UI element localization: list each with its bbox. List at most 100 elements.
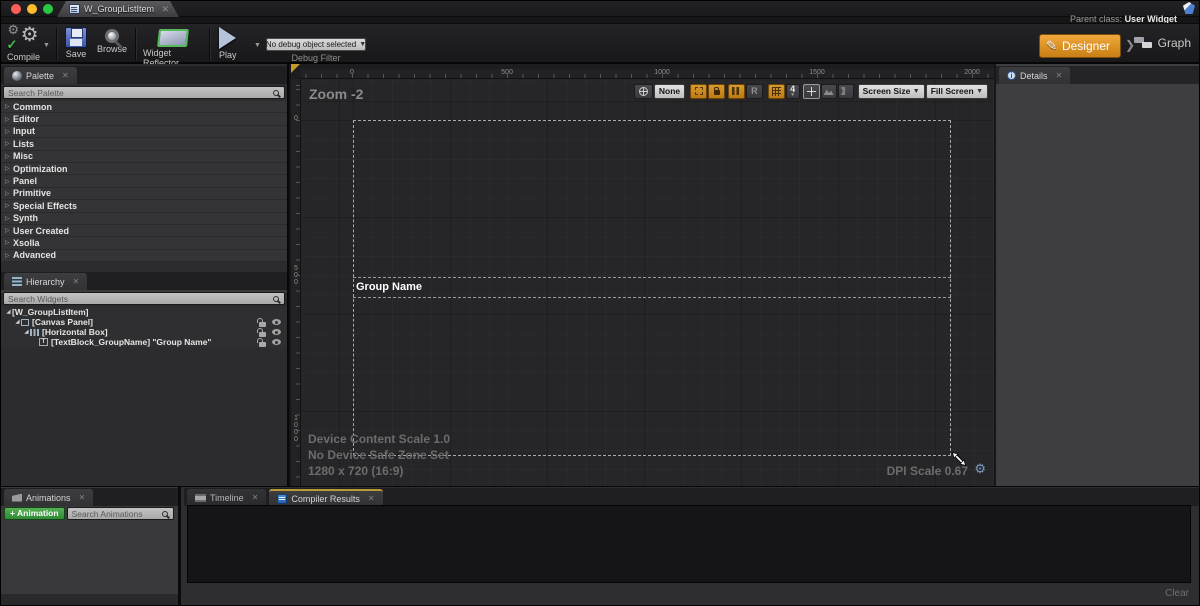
- visibility-eye-icon[interactable]: [272, 329, 281, 335]
- compile-button[interactable]: ⚙⚙✓ Compile: [7, 27, 40, 62]
- chevron-right-icon: ▷: [5, 165, 13, 172]
- hierarchy-icon: [12, 277, 22, 286]
- transform-mode-button[interactable]: [803, 84, 820, 99]
- snap-to-grid-toggle[interactable]: [728, 84, 745, 99]
- compiler-results-tab-close-icon[interactable]: ✕: [368, 494, 375, 503]
- palette-category-label: Advanced: [13, 250, 56, 260]
- visibility-eye-icon[interactable]: [272, 319, 281, 325]
- palette-category-label: Misc: [13, 151, 33, 161]
- tab-compiler-results[interactable]: Compiler Results ✕: [269, 489, 382, 506]
- timeline-tab-close-icon[interactable]: ✕: [252, 493, 259, 502]
- expanded-arrow-icon[interactable]: ◢: [23, 329, 30, 335]
- widget-reflector-button[interactable]: Widget Reflector: [143, 27, 203, 68]
- debug-filter-dropdown[interactable]: No debug object selected ▼: [266, 38, 366, 51]
- snap-bars-icon: [732, 87, 741, 95]
- asset-tab[interactable]: W_GroupListItem ✕: [57, 1, 179, 17]
- palette-category-xsolla[interactable]: ▷Xsolla: [1, 237, 287, 249]
- browse-icon: [105, 29, 119, 43]
- device-content-scale-label: Device Content Scale 1.0: [308, 432, 450, 446]
- palette-category-user-created[interactable]: ▷User Created: [1, 225, 287, 237]
- palette-tab-close-icon[interactable]: ✕: [62, 71, 69, 80]
- expanded-arrow-icon[interactable]: ◢: [14, 319, 21, 325]
- compile-options-caret-icon[interactable]: ▼: [43, 42, 50, 49]
- debug-filter-label: Debug Filter: [266, 53, 366, 63]
- chevron-right-icon: ▷: [5, 116, 13, 123]
- palette-category-special-effects[interactable]: ▷Special Effects: [1, 200, 287, 212]
- palette-category-editor[interactable]: ▷Editor: [1, 113, 287, 125]
- palette-category-optimization[interactable]: ▷Optimization: [1, 163, 287, 175]
- window-minimize-button[interactable]: [27, 4, 37, 14]
- compiler-results-log[interactable]: [187, 505, 1191, 583]
- palette-category-common[interactable]: ▷Common: [1, 101, 287, 113]
- lock-icon[interactable]: [259, 332, 266, 337]
- tab-details[interactable]: Details ✕: [999, 67, 1070, 84]
- tab-hierarchy[interactable]: Hierarchy ✕: [4, 273, 87, 290]
- respect-locks-toggle[interactable]: [708, 84, 725, 99]
- designer-viewport[interactable]: 0500100015002000 05 0 01 0 0 0 Zoom -2 N…: [291, 64, 994, 486]
- details-tab-close-icon[interactable]: ✕: [1056, 71, 1063, 80]
- hierarchy-search-input[interactable]: Search Widgets: [3, 292, 285, 305]
- clear-log-button[interactable]: Clear: [1165, 588, 1189, 599]
- grid-size-dropdown[interactable]: 4▼: [786, 84, 800, 99]
- palette-category-label: Primitive: [13, 188, 51, 198]
- lock-icon: [714, 90, 720, 95]
- palette-category-misc[interactable]: ▷Misc: [1, 151, 287, 163]
- animations-tab-close-icon[interactable]: ✕: [79, 493, 86, 502]
- lock-icon[interactable]: [259, 322, 266, 327]
- hierarchy-item-horizontal-box[interactable]: ◢[Horizontal Box]: [1, 327, 287, 337]
- asset-tab-close-icon[interactable]: ✕: [161, 4, 169, 15]
- play-options-caret-icon[interactable]: ▼: [254, 42, 261, 49]
- localization-culture-dropdown[interactable]: None: [654, 84, 685, 99]
- window-zoom-button[interactable]: [43, 4, 53, 14]
- hierarchy-tab-close-icon[interactable]: ✕: [73, 277, 80, 286]
- grid-snapping-toggle[interactable]: [768, 84, 785, 99]
- palette-category-label: Input: [13, 126, 35, 136]
- screen-size-dropdown[interactable]: Screen Size ▼: [858, 84, 925, 99]
- hierarchy-item-canvas-panel[interactable]: ◢[Canvas Panel]: [1, 317, 287, 327]
- globe-icon: [639, 87, 648, 96]
- horizontal-box-outline[interactable]: [353, 277, 951, 298]
- add-animation-button[interactable]: + Animation: [4, 507, 65, 520]
- tab-timeline[interactable]: Timeline ✕: [187, 489, 266, 506]
- palette-category-label: Panel: [13, 176, 37, 186]
- visibility-eye-icon[interactable]: [272, 339, 281, 345]
- palette-search-input[interactable]: Search Palette: [3, 86, 285, 99]
- design-canvas[interactable]: Zoom -2 None R 4▼ Screen Size ▼ Fil: [301, 79, 994, 486]
- palette-category-synth[interactable]: ▷Synth: [1, 213, 287, 225]
- palette-category-lists[interactable]: ▷Lists: [1, 138, 287, 150]
- show-outlines-toggle[interactable]: [690, 84, 707, 99]
- palette-category-panel[interactable]: ▷Panel: [1, 175, 287, 187]
- expanded-arrow-icon[interactable]: ◢: [5, 309, 12, 315]
- palette-category-primitive[interactable]: ▷Primitive: [1, 188, 287, 200]
- layout-pin-icon[interactable]: [1183, 2, 1195, 14]
- window-close-button[interactable]: [11, 4, 21, 14]
- hierarchy-item-textblock-groupname-group-name[interactable]: [TextBlock_GroupName] "Group Name": [1, 337, 287, 347]
- graph-mode-button[interactable]: Graph: [1134, 36, 1191, 50]
- palette-category-advanced[interactable]: ▷Advanced: [1, 250, 287, 262]
- lock-icon[interactable]: [259, 342, 266, 347]
- resolution-label: 1280 x 720 (16:9): [308, 464, 403, 478]
- flip-preview-button[interactable]: [838, 84, 854, 99]
- save-button[interactable]: Save: [65, 27, 87, 59]
- fill-screen-dropdown[interactable]: Fill Screen ▼: [926, 84, 988, 99]
- hierarchy-item-w-grouplistitem[interactable]: ◢[W_GroupListItem]: [1, 307, 287, 317]
- play-button[interactable]: Play: [219, 27, 237, 60]
- widget-blueprint-icon: [69, 4, 80, 14]
- canvas-textblock-group-name[interactable]: Group Name: [356, 281, 422, 293]
- animations-search-input[interactable]: Search Animations: [67, 507, 174, 520]
- tab-animations[interactable]: Animations ✕: [4, 489, 93, 506]
- chevron-down-icon: ▼: [976, 88, 983, 95]
- rotation-snap-button[interactable]: R: [746, 84, 763, 99]
- dashed-outline-icon: [695, 87, 703, 95]
- browse-button[interactable]: Browse: [97, 27, 127, 54]
- designer-mode-button[interactable]: ✎ Designer: [1039, 34, 1121, 58]
- preview-background-button[interactable]: [821, 84, 837, 99]
- palette-category-input[interactable]: ▷Input: [1, 126, 287, 138]
- dpi-settings-gear-icon[interactable]: ⚙: [974, 462, 986, 475]
- palette-category-label: Lists: [13, 139, 34, 149]
- ruler-h-label: 1000: [654, 69, 670, 76]
- hierarchy-item-label: [TextBlock_GroupName] "Group Name": [51, 337, 211, 347]
- localization-preview-button[interactable]: [634, 84, 653, 99]
- tab-palette[interactable]: Palette ✕: [4, 67, 77, 84]
- chevron-down-icon: ▼: [790, 93, 795, 97]
